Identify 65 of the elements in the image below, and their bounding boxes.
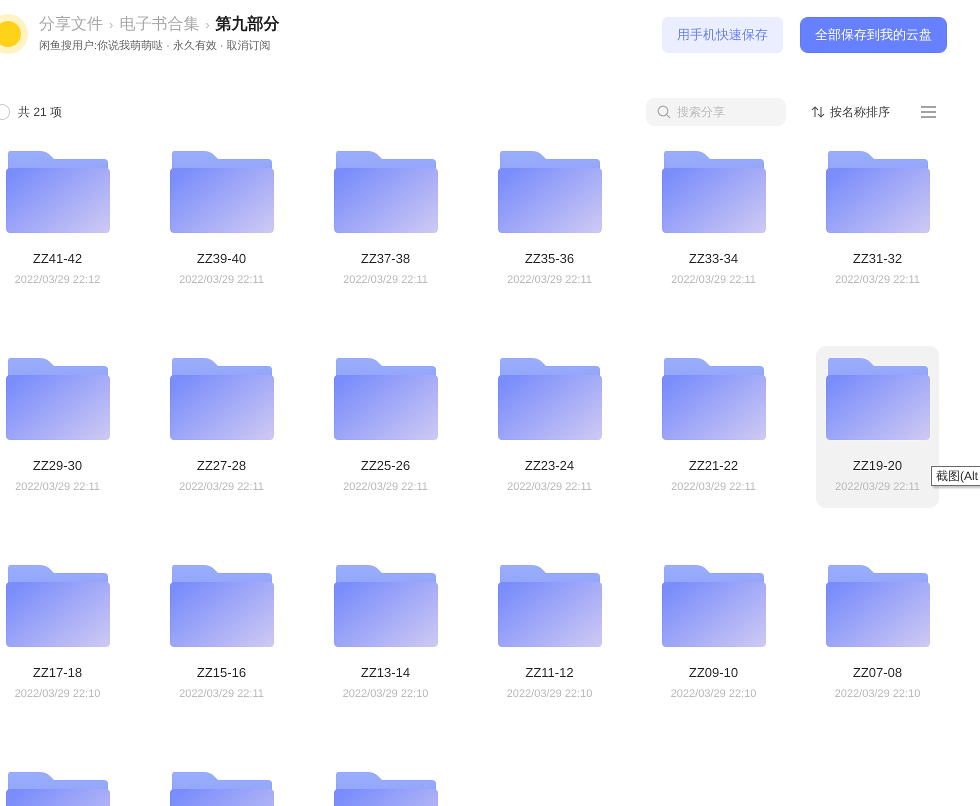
folder-name: ZZ29-30 — [32, 456, 82, 474]
folder-name: ZZ33-34 — [688, 250, 738, 268]
folder-date: 2022/03/29 22:11 — [15, 480, 100, 495]
folder-date: 2022/03/29 22:10 — [342, 687, 428, 702]
folder-icon — [662, 150, 766, 232]
folder-icon — [334, 150, 438, 232]
folder-date: 2022/03/29 22:11 — [343, 273, 428, 288]
folder-name: ZZ39-40 — [196, 250, 246, 268]
folder-icon — [826, 150, 930, 232]
folder-icon — [334, 564, 438, 646]
folder-name: ZZ11-12 — [525, 664, 574, 682]
folder-icon — [334, 358, 438, 440]
folder-icon — [498, 358, 602, 440]
search-icon — [657, 104, 671, 118]
folder-name: ZZ17-18 — [32, 664, 82, 682]
chevron-icon: › — [205, 15, 210, 35]
folder-date: 2022/03/29 22:10 — [670, 687, 756, 702]
folder-icon — [6, 358, 110, 440]
folder-name: ZZ31-32 — [852, 250, 902, 268]
folder-name: ZZ23-24 — [524, 456, 574, 474]
sort-icon — [811, 106, 825, 118]
menu-icon[interactable] — [921, 106, 936, 118]
folder-date: 2022/03/29 22:12 — [14, 273, 100, 288]
folder-name: ZZ37-38 — [360, 250, 410, 268]
folder-date: 2022/03/29 22:11 — [507, 480, 592, 495]
folder-date: 2022/03/29 22:11 — [179, 687, 264, 702]
folder-date: 2022/03/29 22:11 — [835, 273, 920, 288]
folder-date: 2022/03/29 22:10 — [14, 687, 100, 702]
folder-icon — [170, 564, 274, 646]
search-field[interactable]: 搜索分享 — [646, 98, 786, 126]
sort-button[interactable]: 按名称排序 — [811, 102, 890, 120]
folder-name: ZZ27-28 — [196, 456, 246, 474]
folder-name: ZZ41-42 — [32, 250, 82, 268]
folder-icon — [170, 358, 274, 440]
folder-icon — [498, 150, 602, 232]
folder-name: ZZ21-22 — [688, 456, 738, 474]
folder-date: 2022/03/29 22:10 — [506, 687, 592, 702]
breadcrumb-item: 第九部分 — [216, 14, 280, 35]
folder-date: 2022/03/29 22:11 — [179, 273, 264, 288]
folder-icon — [6, 564, 110, 646]
folder-icon — [662, 358, 766, 440]
folder-date: 2022/03/29 22:11 — [671, 273, 756, 288]
folder-icon — [662, 564, 766, 646]
item-count: 共 21 项 — [18, 104, 62, 120]
avatar — [0, 14, 28, 54]
chevron-icon: › — [109, 15, 114, 35]
folder-name: ZZ19-20 — [852, 456, 902, 474]
folder-date: 2022/03/29 22:11 — [343, 480, 428, 495]
subtitle: 闲鱼搜用户:你说我萌萌哒 · 永久有效 · 取消订阅 — [39, 38, 272, 54]
folder-date: 2022/03/29 22:11 — [179, 480, 264, 495]
folder-name: ZZ09-10 — [688, 664, 738, 682]
tooltip: 截图(Alt — [931, 466, 980, 486]
folder-name: ZZ35-36 — [524, 250, 574, 268]
folder-date: 2022/03/29 22:11 — [671, 480, 756, 495]
folder-date: 2022/03/29 22:10 — [834, 687, 920, 702]
folder-name: ZZ25-26 — [360, 456, 410, 474]
folder-date: 2022/03/29 22:11 — [507, 273, 592, 288]
folder-icon — [826, 564, 930, 646]
folder-icon — [498, 564, 602, 646]
folder-name: ZZ07-08 — [852, 664, 902, 682]
folder-icon — [170, 150, 274, 232]
folder-icon — [6, 150, 110, 232]
folder-icon — [826, 358, 930, 440]
folder-name: ZZ13-14 — [360, 664, 410, 682]
folder-name: ZZ15-16 — [196, 664, 246, 682]
